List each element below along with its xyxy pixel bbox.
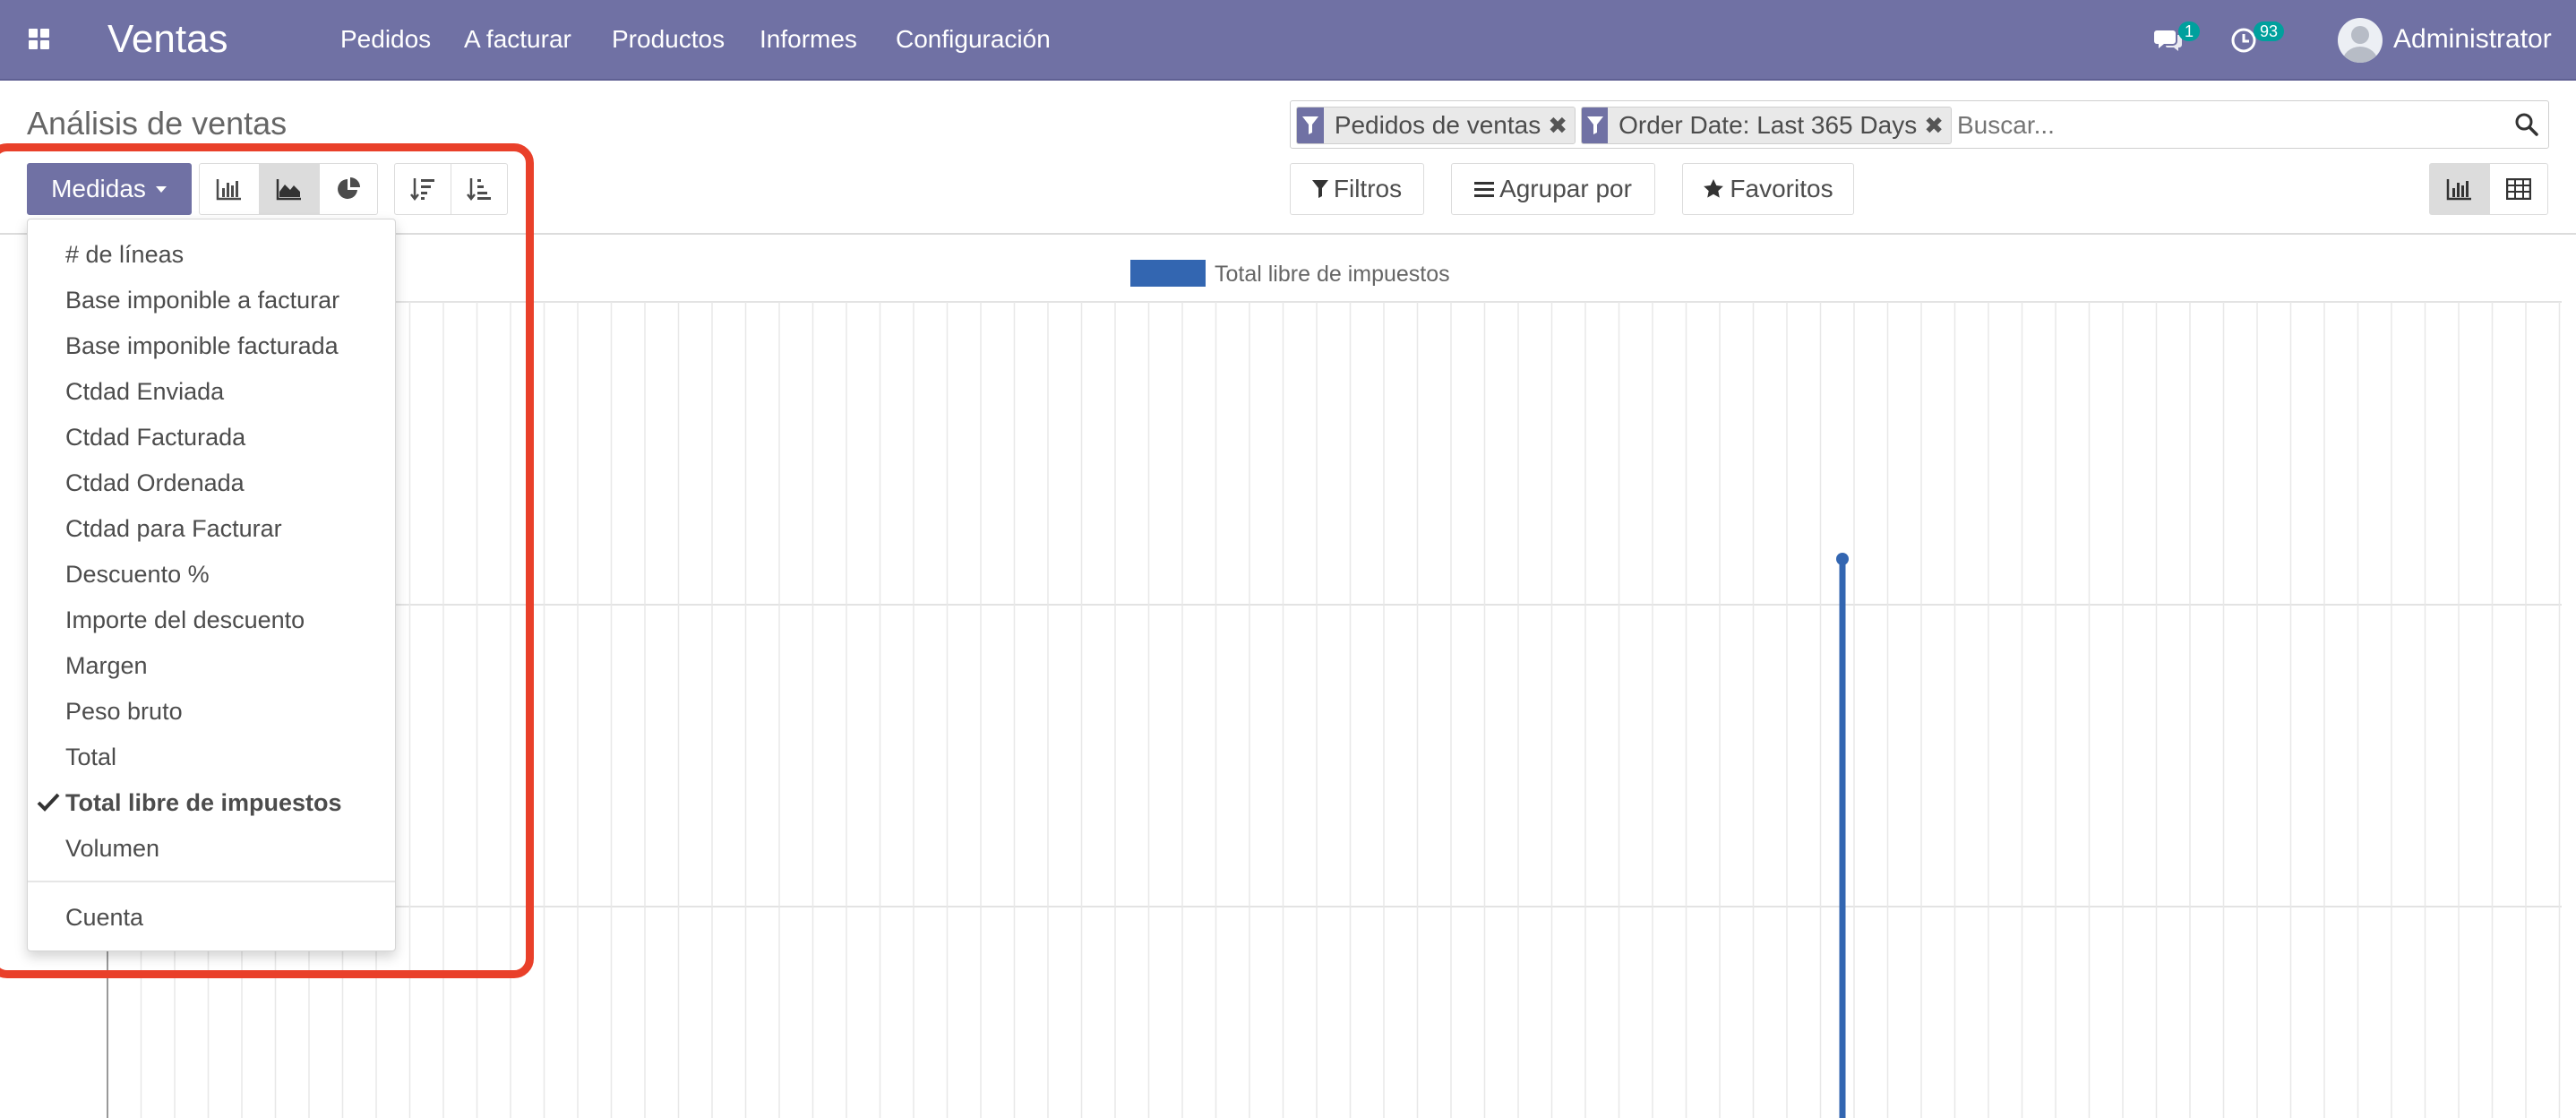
bar-chart-icon <box>2446 179 2471 201</box>
area-chart-icon <box>276 179 301 201</box>
measure-item-base-imponible-a-facturar[interactable]: Base imponible a facturar <box>65 285 339 315</box>
measure-item-total[interactable]: Total <box>65 742 116 772</box>
activities-menu[interactable]: 93 <box>2230 22 2293 57</box>
list-icon <box>1474 182 1495 197</box>
facet-order-date: Order Date: Last 365 Days ✖ <box>1581 107 1952 144</box>
apps-grid-icon[interactable] <box>29 29 50 50</box>
menu-productos[interactable]: Productos <box>612 23 725 56</box>
measure-item-base-imponible-facturada[interactable]: Base imponible facturada <box>65 331 339 361</box>
line-chart-button[interactable] <box>259 163 320 215</box>
table-icon <box>2506 178 2531 200</box>
avatar[interactable] <box>2338 18 2383 63</box>
measure-item-volumen[interactable]: Volumen <box>65 833 159 864</box>
measure-item-ctdad-facturada[interactable]: Ctdad Facturada <box>65 422 245 452</box>
activities-badge: 93 <box>2254 22 2285 41</box>
app-brand[interactable]: Ventas <box>107 13 228 66</box>
facet-label: Order Date: Last 365 Days <box>1619 111 1918 139</box>
search-input[interactable] <box>1955 108 2496 142</box>
favorites-button[interactable]: Favoritos <box>1682 163 1854 215</box>
remove-facet-icon[interactable]: ✖ <box>1924 112 1951 140</box>
caret-down-icon <box>155 186 167 193</box>
pie-chart-icon <box>338 177 360 199</box>
measure-item-ctdad-ordenada[interactable]: Ctdad Ordenada <box>65 468 245 498</box>
search-bar[interactable]: Pedidos de ventas ✖ Order Date: Last 365… <box>1290 100 2549 149</box>
measure-item-descuento[interactable]: Descuento % <box>65 559 210 589</box>
measures-dropdown: # de líneas Base imponible a facturar Ba… <box>27 219 396 951</box>
menu-pedidos[interactable]: Pedidos <box>340 23 431 56</box>
top-navbar: Ventas Pedidos A facturar Productos Info… <box>0 0 2576 81</box>
filter-icon <box>1582 108 1609 143</box>
menu-configuracion[interactable]: Configuración <box>896 23 1051 56</box>
measure-item-ctdad-enviada[interactable]: Ctdad Enviada <box>65 376 224 407</box>
sort-descending-button[interactable] <box>394 163 451 215</box>
remove-facet-icon[interactable]: ✖ <box>1548 112 1575 140</box>
filters-button[interactable]: Filtros <box>1290 163 1424 215</box>
user-name[interactable]: Administrator <box>2393 23 2552 56</box>
legend-swatch <box>1130 260 1206 287</box>
chart-series <box>1836 553 1849 1118</box>
messages-menu[interactable]: 1 <box>2153 22 2207 57</box>
pivot-view-button[interactable] <box>2489 163 2548 215</box>
measure-item-importe-del-descuento[interactable]: Importe del descuento <box>65 605 305 635</box>
user-avatar-icon <box>2342 26 2378 63</box>
measure-item-ctdad-para-facturar[interactable]: Ctdad para Facturar <box>65 513 282 544</box>
measure-item-cuenta[interactable]: Cuenta <box>65 902 143 933</box>
group-by-button[interactable]: Agrupar por <box>1451 163 1655 215</box>
facet-pedidos-de-ventas: Pedidos de ventas ✖ <box>1296 107 1576 144</box>
menu-a-facturar[interactable]: A facturar <box>464 23 571 56</box>
bar-chart-button[interactable] <box>199 163 260 215</box>
menu-informes[interactable]: Informes <box>760 23 857 56</box>
measures-button[interactable]: Medidas <box>27 163 192 215</box>
measure-item-peso-bruto[interactable]: Peso bruto <box>65 696 183 727</box>
checkmark-icon <box>37 793 60 812</box>
facet-label: Pedidos de ventas <box>1334 111 1541 139</box>
sort-amount-asc-icon <box>467 178 491 202</box>
search-icon[interactable] <box>2514 112 2539 137</box>
dropdown-divider <box>28 881 395 882</box>
sort-amount-desc-icon <box>410 178 434 202</box>
bar-chart-icon <box>216 179 241 201</box>
sort-ascending-button[interactable] <box>451 163 508 215</box>
page-title: Análisis de ventas <box>27 105 288 142</box>
chart-legend[interactable]: Total libre de impuestos <box>1130 260 1450 287</box>
filters-label: Filtros <box>1333 175 1403 202</box>
data-point <box>1836 553 1849 565</box>
measure-item-margen[interactable]: Margen <box>65 650 148 681</box>
group-by-label: Agrupar por <box>1499 175 1632 202</box>
messages-badge: 1 <box>2178 22 2201 41</box>
graph-view-button[interactable] <box>2429 163 2490 215</box>
pie-chart-button[interactable] <box>319 163 378 215</box>
filter-icon <box>1297 108 1324 143</box>
star-icon <box>1704 179 1724 198</box>
measures-label: Medidas <box>51 175 146 202</box>
legend-label: Total libre de impuestos <box>1215 262 1450 287</box>
measure-item-total-libre-de-impuestos[interactable]: Total libre de impuestos <box>65 787 342 818</box>
filter-icon <box>1311 180 1328 198</box>
measure-item-lineas[interactable]: # de líneas <box>65 239 184 270</box>
favorites-label: Favoritos <box>1730 175 1833 202</box>
chart-grid <box>107 301 2562 1118</box>
